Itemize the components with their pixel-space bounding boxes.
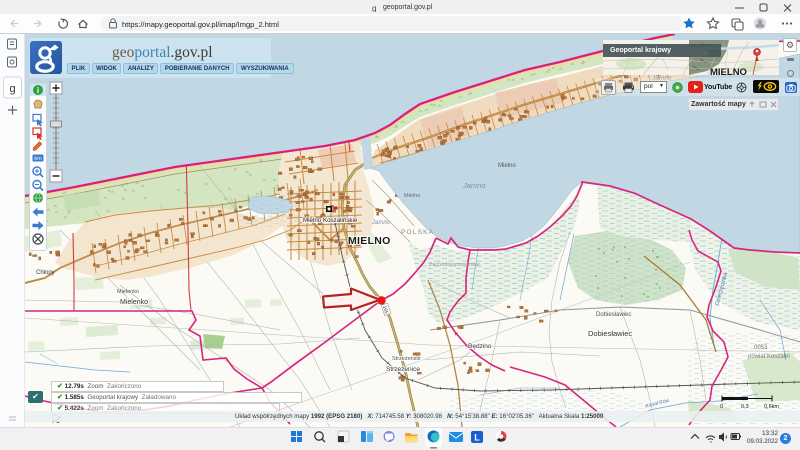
svg-text:Strzeżenice: Strzeżenice xyxy=(392,356,421,362)
svg-text:Mielno: Mielno xyxy=(498,163,516,169)
svg-text:g: g xyxy=(9,83,15,95)
svg-text:Jamno: Jamno xyxy=(462,181,486,190)
svg-text:g: g xyxy=(372,4,376,12)
svg-text:L: L xyxy=(474,433,480,443)
svg-text:0,3: 0,3 xyxy=(741,404,749,410)
svg-text:Mielno: Mielno xyxy=(404,193,420,199)
svg-text:0053: 0053 xyxy=(754,345,768,351)
svg-text:Strzeżenice: Strzeżenice xyxy=(386,366,420,373)
svg-text:0,6km: 0,6km xyxy=(764,404,779,410)
svg-text:MIELNO: MIELNO xyxy=(348,235,391,247)
svg-text:Mielenko: Mielenko xyxy=(117,289,139,295)
svg-text:Chłopy: Chłopy xyxy=(36,270,55,276)
svg-text:km: km xyxy=(34,156,42,162)
svg-text:POLSKA: POLSKA xyxy=(401,229,434,236)
svg-text:Jamno: Jamno xyxy=(371,220,391,226)
svg-text:Dobiesławiec: Dobiesławiec xyxy=(596,312,631,318)
svg-text:Dobiesławiec: Dobiesławiec xyxy=(588,329,632,338)
svg-text:Zachodniopomorskie: Zachodniopomorskie xyxy=(429,262,480,268)
svg-text:i: i xyxy=(37,86,39,95)
svg-text:Będzino: Będzino xyxy=(468,343,492,350)
svg-text:Mielno Koszalińskie: Mielno Koszalińskie xyxy=(303,217,358,224)
svg-text:powiat Koszalin: powiat Koszalin xyxy=(748,354,790,360)
svg-text:0: 0 xyxy=(720,404,723,410)
svg-text:Mielenko: Mielenko xyxy=(120,299,148,306)
